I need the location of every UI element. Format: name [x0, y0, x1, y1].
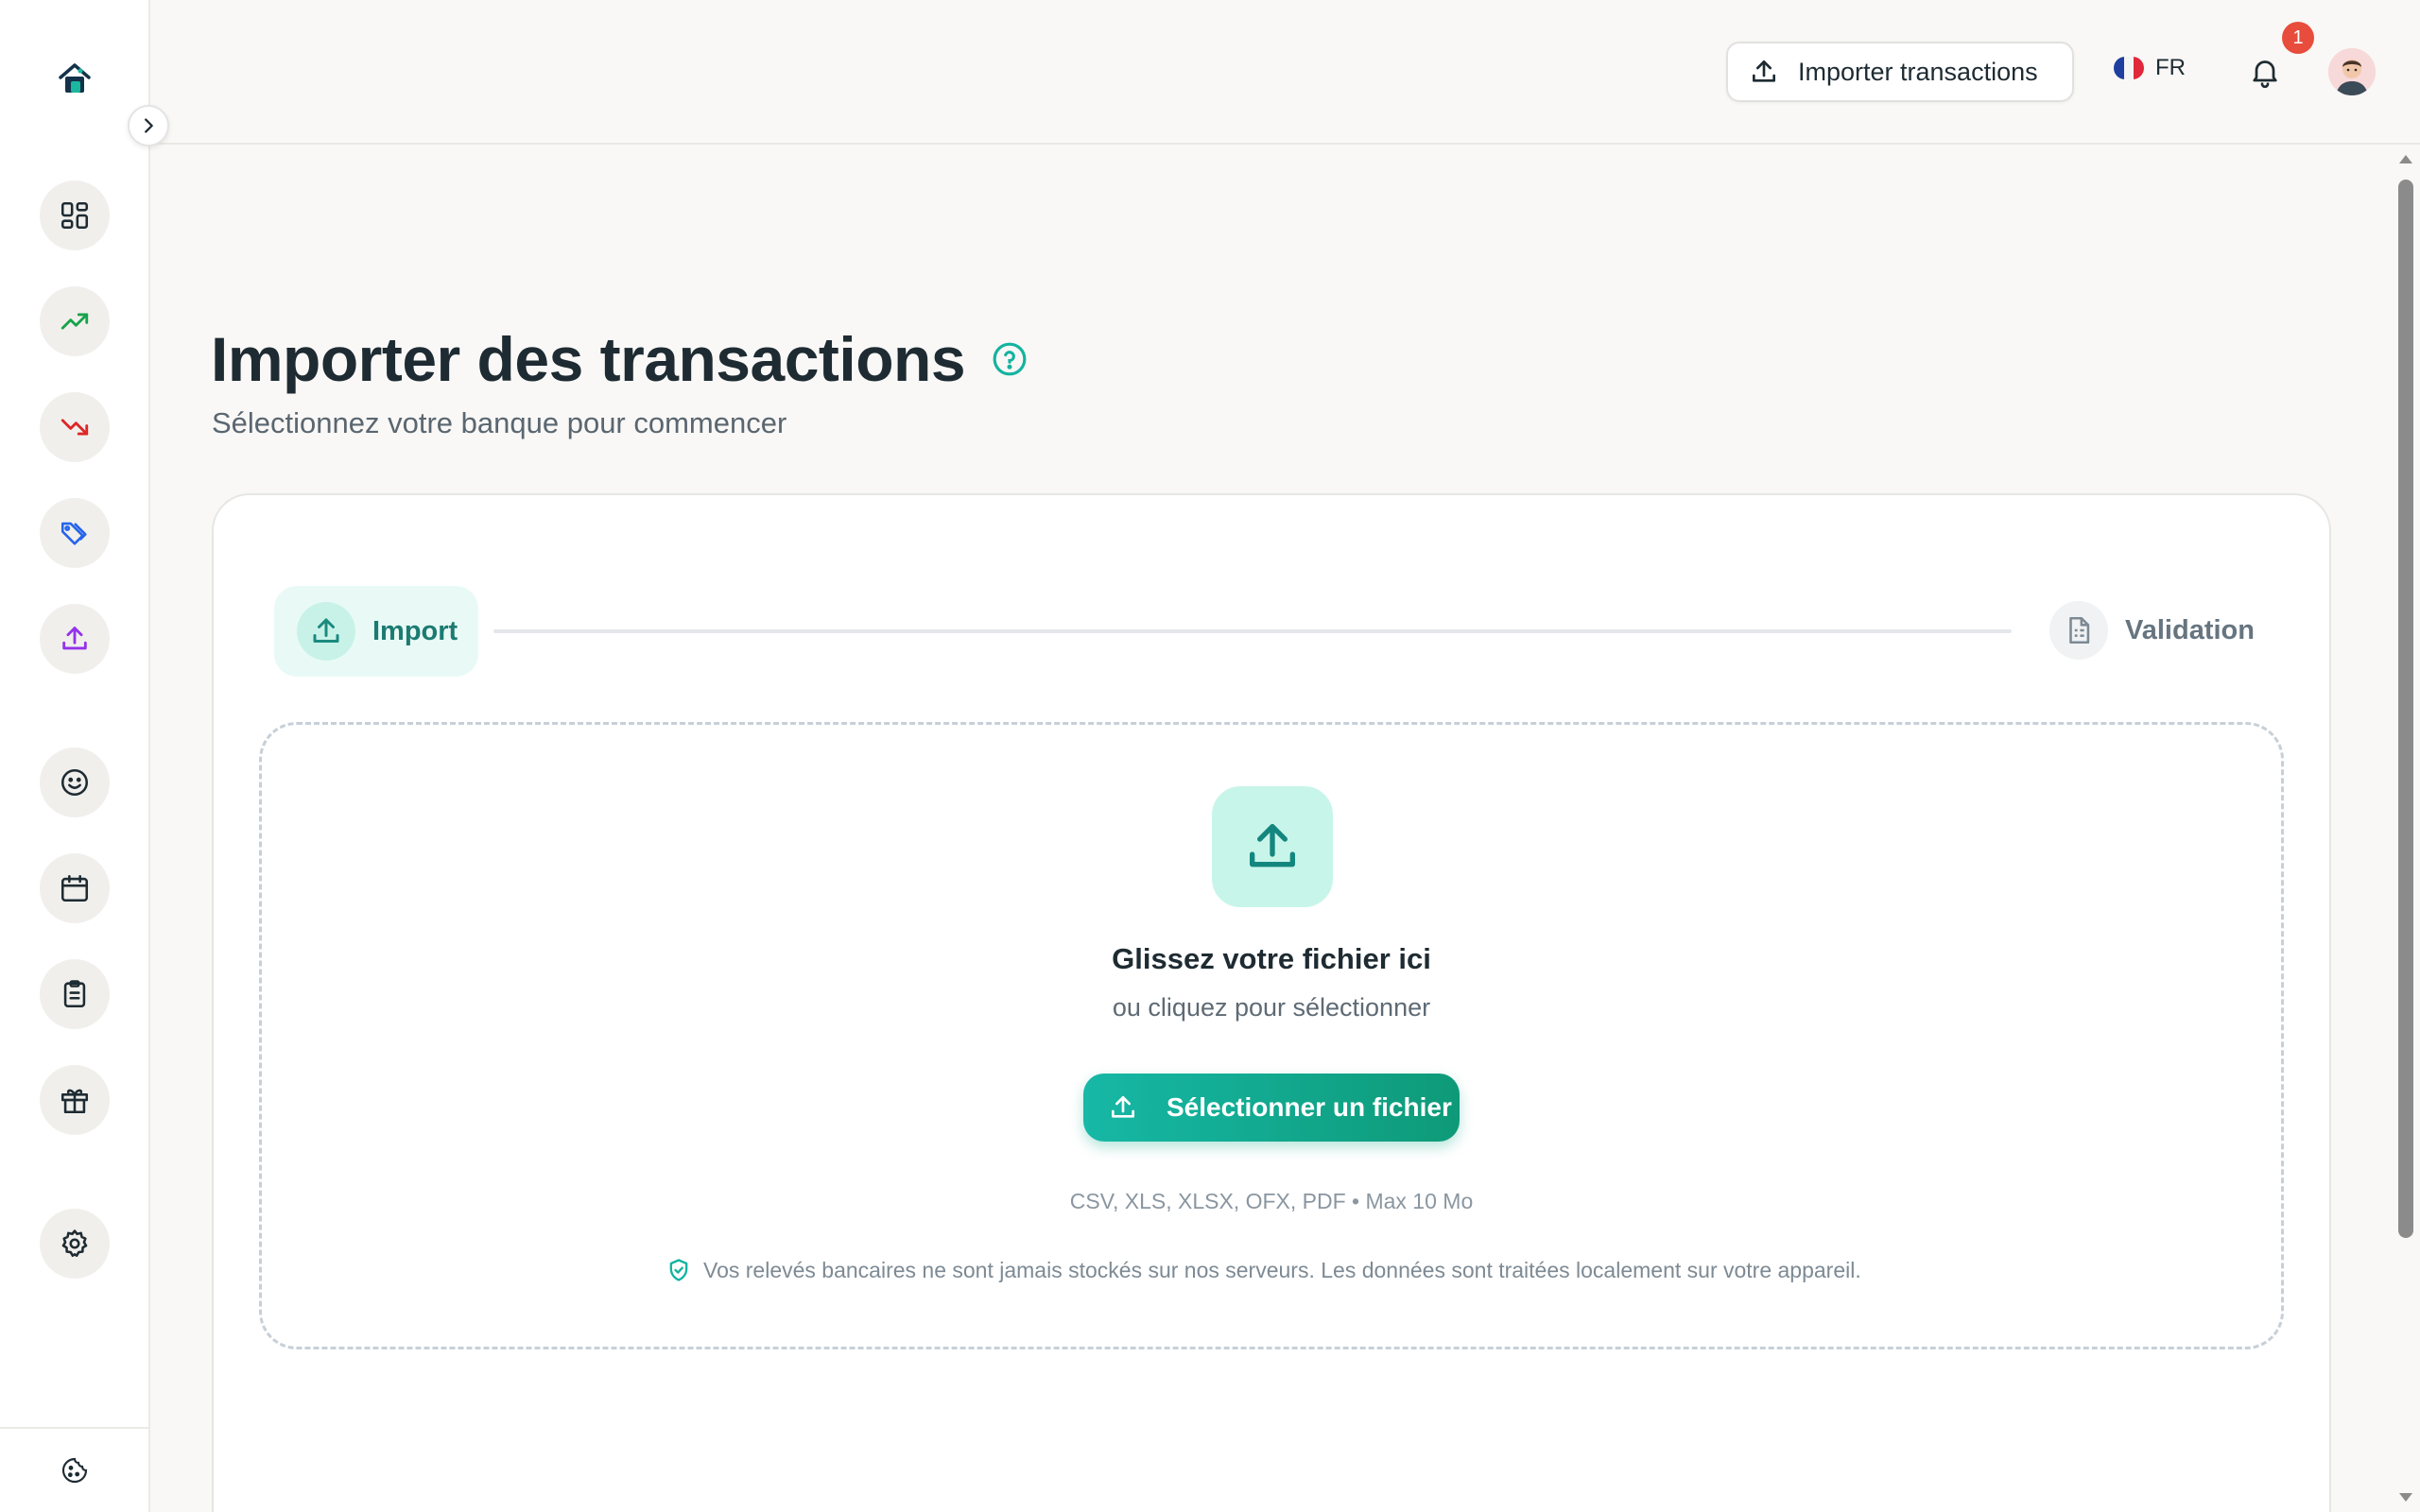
chevron-right-icon: [145, 118, 153, 133]
gear-icon: [61, 1229, 88, 1258]
user-avatar[interactable]: [2328, 48, 2376, 95]
sidebar-item-calendar[interactable]: [40, 853, 110, 923]
sidebar-item-settings[interactable]: [40, 1209, 110, 1279]
page-title: Importer des transactions: [211, 324, 966, 394]
sidebar-item-categories[interactable]: [40, 498, 110, 568]
dropzone-title: Glissez votre fichier ici: [1112, 942, 1431, 975]
upload-icon: [1753, 60, 1775, 82]
upload-icon: [1250, 824, 1295, 868]
step-progress-line: [493, 629, 2012, 633]
import-transactions-label: Importer transactions: [1798, 57, 2038, 86]
calendar-icon: [60, 874, 89, 902]
bell-icon[interactable]: [2248, 53, 2282, 91]
dropzone-subtitle: ou cliquez pour sélectionner: [1112, 993, 1431, 1022]
france-flag-icon: [2114, 57, 2144, 79]
dropzone-upload-icon-box: [1212, 786, 1333, 907]
privacy-note-text: Vos relevés bancaires ne sont jamais sto…: [703, 1257, 1861, 1282]
shield-check-icon: [669, 1259, 688, 1281]
tags-icon: [60, 522, 87, 545]
sidebar-item-mood[interactable]: [40, 747, 110, 817]
notification-badge: 1: [2282, 22, 2314, 54]
upload-icon: [313, 618, 339, 643]
sidebar-item-expenses[interactable]: [40, 392, 110, 462]
step-validation-circle: [2049, 601, 2108, 660]
language-label: FR: [2155, 55, 2186, 80]
help-icon[interactable]: [992, 341, 1028, 377]
sidebar-expand-button[interactable]: [128, 105, 169, 146]
step-import-circle: [297, 602, 355, 661]
gift-icon: [60, 1089, 89, 1114]
scroll-down-arrow-icon[interactable]: [2392, 1487, 2420, 1506]
topbar: [150, 0, 2420, 145]
step-validation-label: Validation: [2125, 614, 2255, 645]
step-import[interactable]: Import: [274, 586, 478, 677]
privacy-note: Vos relevés bancaires ne sont jamais sto…: [666, 1257, 1861, 1283]
trending-up-icon: [60, 313, 89, 330]
select-file-button[interactable]: Sélectionner un fichier: [1083, 1074, 1460, 1142]
scrollbar[interactable]: [2392, 146, 2420, 1512]
accepted-formats: CSV, XLS, XLSX, OFX, PDF • Max 10 Mo: [1069, 1189, 1474, 1213]
page-title-row: Importer des transactions: [211, 323, 1028, 395]
upload-icon: [1112, 1096, 1134, 1118]
scroll-up-arrow-icon[interactable]: [2392, 150, 2420, 169]
sidebar-item-rewards[interactable]: [40, 1065, 110, 1135]
smile-icon: [60, 768, 89, 797]
page-subtitle: Sélectionnez votre banque pour commencer: [212, 406, 787, 439]
scroll-thumb[interactable]: [2398, 180, 2413, 1238]
language-selector[interactable]: FR: [2114, 55, 2186, 81]
upload-icon: [62, 627, 87, 650]
step-validation[interactable]: Validation: [2049, 601, 2255, 660]
document-icon: [2069, 616, 2090, 644]
cookie-icon[interactable]: [60, 1455, 90, 1486]
sidebar: [0, 0, 150, 1512]
trending-down-icon: [60, 419, 89, 436]
step-import-label: Import: [372, 615, 458, 646]
select-file-label: Sélectionner un fichier: [1167, 1092, 1452, 1122]
home-logo-icon[interactable]: [55, 59, 95, 98]
sidebar-item-import[interactable]: [40, 604, 110, 674]
import-transactions-button[interactable]: Importer transactions: [1726, 42, 2074, 102]
sidebar-item-income[interactable]: [40, 286, 110, 356]
sidebar-footer: [0, 1427, 148, 1512]
dashboard-icon: [60, 201, 89, 230]
sidebar-item-dashboard[interactable]: [40, 180, 110, 250]
